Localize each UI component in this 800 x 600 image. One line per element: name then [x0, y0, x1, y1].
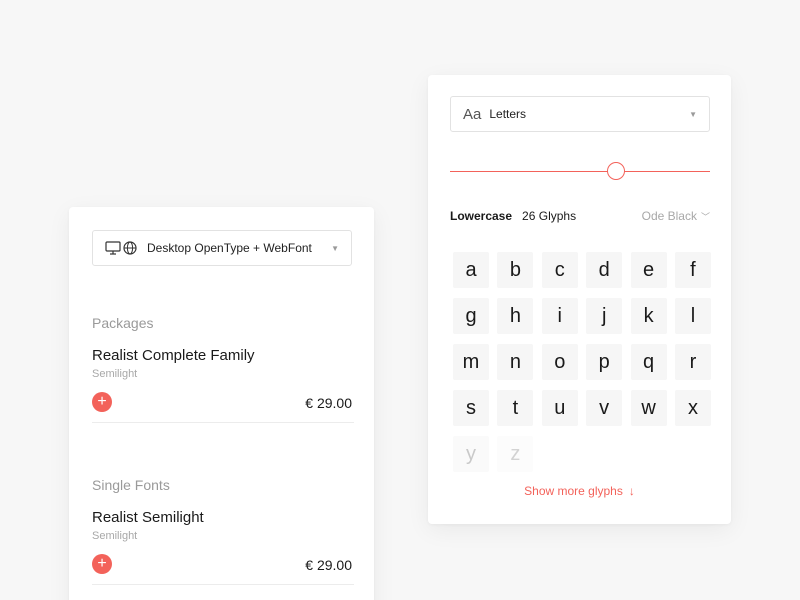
package-price: € 29.00	[305, 395, 352, 411]
glyph-k[interactable]: k	[630, 298, 667, 334]
glyph-category: Lowercase	[450, 209, 513, 223]
package-name: Realist Complete Family	[92, 347, 255, 364]
package-style: Semilight	[92, 368, 138, 380]
glyph-grid: abcdef ghijkl mnopqr stuvwx yz	[453, 252, 711, 472]
slider-track	[450, 171, 710, 172]
single-font-name: Realist Semilight	[92, 509, 204, 526]
font-size-icon: Aa	[463, 105, 482, 123]
glyph-l[interactable]: l	[674, 298, 711, 334]
glyph-m[interactable]: m	[453, 344, 489, 380]
add-package-button[interactable]: +	[92, 392, 112, 412]
glyph-v[interactable]: v	[586, 390, 623, 426]
single-font-style: Semilight	[92, 530, 138, 542]
glyph-r[interactable]: r	[674, 344, 711, 380]
glyph-u[interactable]: u	[541, 390, 578, 426]
glyph-f[interactable]: f	[674, 252, 711, 288]
glyph-a[interactable]: a	[453, 252, 489, 288]
license-label: Desktop OpenType + WebFont	[147, 241, 312, 255]
glyph-n[interactable]: n	[497, 344, 534, 380]
glyph-j[interactable]: j	[586, 298, 623, 334]
style-select-label: Ode Black	[641, 209, 697, 223]
glyph-x[interactable]: x	[674, 390, 711, 426]
globe-icon	[123, 241, 137, 255]
glyph-p[interactable]: p	[586, 344, 623, 380]
show-more-glyphs-button[interactable]: Show more glyphs ↓	[428, 484, 731, 498]
glyph-i[interactable]: i	[541, 298, 578, 334]
plus-icon: +	[97, 393, 107, 410]
glyph-t[interactable]: t	[497, 390, 534, 426]
show-more-label: Show more glyphs	[524, 484, 623, 498]
glyph-s[interactable]: s	[453, 390, 489, 426]
single-font-price: € 29.00	[305, 557, 352, 573]
arrow-down-icon: ↓	[628, 484, 635, 498]
glyph-count: 26 Glyphs	[522, 209, 577, 223]
glyph-w[interactable]: w	[630, 390, 667, 426]
plus-icon: +	[97, 555, 107, 572]
purchase-card: Desktop OpenType + WebFont ▼ Packages Re…	[69, 207, 374, 600]
divider	[92, 422, 354, 423]
license-select[interactable]: Desktop OpenType + WebFont ▼	[92, 230, 352, 266]
glyph-d[interactable]: d	[586, 252, 623, 288]
glyph-header: Lowercase 26 Glyphs Ode Black ﹀	[450, 209, 710, 223]
caret-down-icon: ▼	[689, 109, 697, 119]
glyph-z[interactable]: z	[497, 436, 534, 472]
glyph-set-select[interactable]: Aa Letters ▼	[450, 96, 710, 132]
divider	[92, 584, 354, 585]
glyph-size-slider[interactable]	[450, 161, 710, 181]
glyph-o[interactable]: o	[541, 344, 578, 380]
single-fonts-title: Single Fonts	[92, 477, 170, 493]
glyph-e[interactable]: e	[630, 252, 667, 288]
slider-handle[interactable]	[607, 162, 626, 180]
desktop-icon	[105, 241, 121, 255]
glyph-card: Aa Letters ▼ Lowercase 26 Glyphs Ode Bla…	[428, 75, 731, 524]
glyph-g[interactable]: g	[453, 298, 489, 334]
glyph-b[interactable]: b	[497, 252, 534, 288]
glyph-h[interactable]: h	[497, 298, 534, 334]
glyph-q[interactable]: q	[630, 344, 667, 380]
glyph-set-label: Letters	[489, 107, 527, 121]
glyph-c[interactable]: c	[541, 252, 578, 288]
style-select[interactable]: Ode Black ﹀	[642, 209, 710, 223]
add-single-font-button[interactable]: +	[92, 554, 112, 574]
glyph-y[interactable]: y	[453, 436, 489, 472]
packages-title: Packages	[92, 315, 154, 331]
caret-down-icon: ▼	[331, 243, 339, 253]
chevron-down-icon: ﹀	[700, 212, 710, 222]
